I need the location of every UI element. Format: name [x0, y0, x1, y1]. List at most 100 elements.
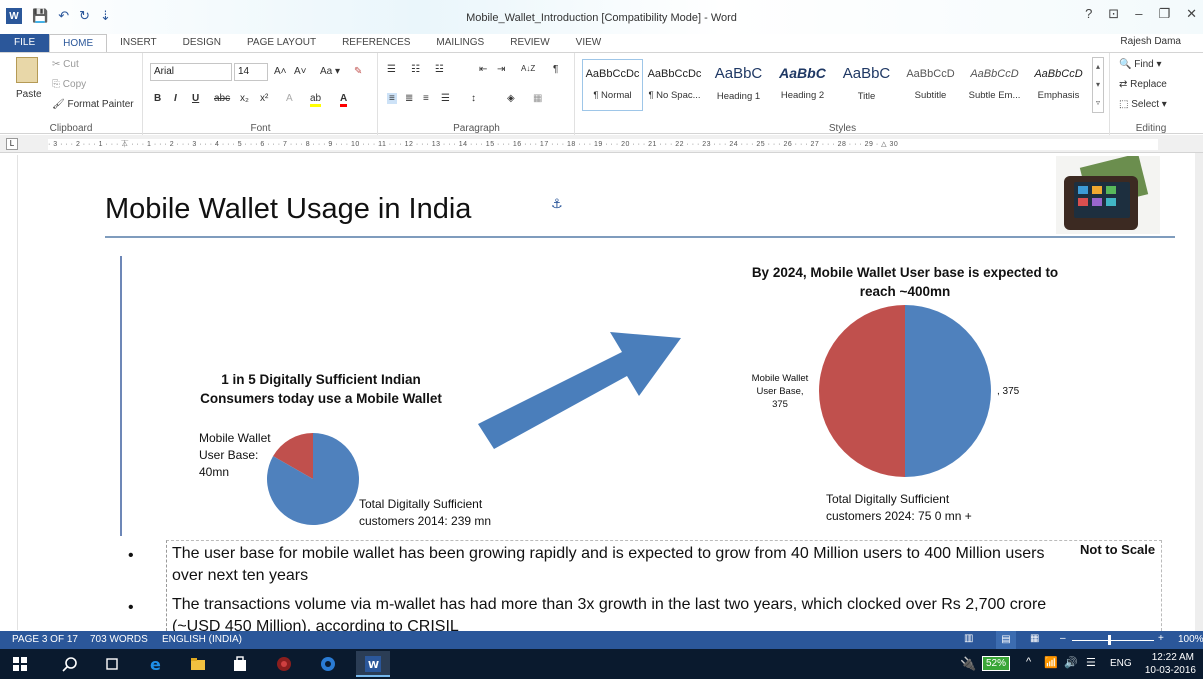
style-heading-1[interactable]: AaBbC Heading 1	[708, 59, 769, 111]
style-subtitle[interactable]: AaBbCcD Subtitle	[900, 59, 961, 111]
language[interactable]: ENGLISH (INDIA)	[162, 634, 242, 645]
sort-icon[interactable]: A↓Z	[521, 64, 535, 73]
paste-icon[interactable]	[16, 57, 38, 83]
font-size-box[interactable]: 14	[234, 63, 268, 81]
restore-button[interactable]: ❐	[1158, 6, 1170, 22]
subscript-icon[interactable]: x₂	[240, 93, 249, 104]
taskbar-word-button[interactable]: W	[356, 651, 390, 677]
ribbon-display-icon[interactable]: ⊡	[1108, 6, 1119, 22]
notification-icon[interactable]: ☰	[1086, 656, 1096, 669]
print-layout-icon[interactable]: ▤	[996, 631, 1016, 649]
borders-icon[interactable]: ▦	[533, 93, 542, 104]
style-no-spacing[interactable]: AaBbCcDc ¶ No Spac...	[644, 59, 705, 111]
strikethrough-icon[interactable]: abc	[214, 93, 230, 104]
underline-icon[interactable]: U	[192, 93, 199, 104]
zoom-out-button[interactable]: –	[1060, 633, 1066, 644]
network-icon[interactable]: 📶	[1044, 656, 1058, 669]
cut-button[interactable]: ✂ Cut	[52, 59, 79, 70]
tab-review[interactable]: REVIEW	[497, 34, 562, 52]
zoom-slider-thumb[interactable]	[1108, 635, 1111, 645]
center-icon[interactable]: ≣	[405, 93, 413, 104]
paste-button[interactable]: Paste	[16, 89, 42, 100]
increase-indent-icon[interactable]: ⇥	[497, 64, 505, 75]
text-effects-icon[interactable]: A	[286, 93, 293, 104]
store-icon[interactable]	[232, 656, 248, 672]
style-subtle-emphasis[interactable]: AaBbCcD Subtle Em...	[964, 59, 1025, 111]
sync-app-icon[interactable]	[320, 656, 336, 672]
superscript-icon[interactable]: x²	[260, 93, 268, 104]
pie-slice-remainder	[905, 305, 991, 477]
word-taskbar-icon: W	[365, 656, 381, 672]
format-painter-button[interactable]: 🖌 Format Painter	[52, 99, 134, 110]
chart1-pie-slices	[267, 433, 359, 525]
style-title[interactable]: AaBbC Title	[836, 59, 897, 111]
highlight-icon[interactable]: ab	[310, 93, 322, 107]
clock-time[interactable]: 12:22 AM	[1148, 652, 1194, 663]
styles-group: AaBbCcDc ¶ Normal AaBbCcDc ¶ No Spac... …	[576, 53, 1110, 135]
show-formatting-icon[interactable]: ¶	[553, 64, 558, 75]
horizontal-ruler[interactable]: · 3 · · · 2 · · · 1 · · · ⏄ · · · 1 · · …	[48, 139, 1158, 150]
battery-indicator[interactable]: 52%	[982, 656, 1011, 671]
clock-date[interactable]: 10-03-2016	[1140, 665, 1196, 676]
style-heading-2[interactable]: AaBbC Heading 2	[772, 59, 833, 111]
shrink-font-icon[interactable]: A˅	[294, 66, 307, 77]
multilevel-list-icon[interactable]: ☳	[435, 64, 444, 75]
vertical-scrollbar[interactable]	[1195, 153, 1203, 631]
align-right-icon[interactable]: ≡	[423, 93, 429, 104]
search-icon[interactable]	[62, 656, 78, 672]
help-icon[interactable]: ?	[1085, 6, 1092, 22]
decrease-indent-icon[interactable]: ⇤	[479, 64, 487, 75]
select-button[interactable]: ⬚ Select ▾	[1119, 99, 1167, 110]
media-app-icon[interactable]	[276, 656, 292, 672]
minimize-button[interactable]: –	[1135, 6, 1142, 22]
tab-view[interactable]: VIEW	[563, 34, 615, 52]
status-bar: PAGE 3 OF 17 703 WORDS ENGLISH (INDIA) ▥…	[0, 631, 1203, 649]
cut-label: Cut	[63, 59, 79, 70]
task-view-icon[interactable]	[104, 656, 120, 672]
tab-home[interactable]: HOME	[49, 34, 108, 52]
windows-start-icon[interactable]	[12, 656, 28, 672]
close-button[interactable]: ✕	[1186, 6, 1197, 22]
tab-references[interactable]: REFERENCES	[329, 34, 423, 52]
italic-icon[interactable]: I	[174, 93, 177, 104]
numbering-icon[interactable]: ☷	[411, 64, 420, 75]
clear-formatting-icon[interactable]: ✎	[354, 66, 362, 77]
plug-icon[interactable]: 🔌	[960, 656, 976, 672]
replace-button[interactable]: ⇄ Replace	[1119, 79, 1167, 90]
tab-insert[interactable]: INSERT	[107, 34, 170, 52]
tab-design[interactable]: DESIGN	[170, 34, 234, 52]
find-button[interactable]: 🔍 Find ▾	[1119, 59, 1162, 70]
zoom-in-button[interactable]: +	[1158, 633, 1164, 644]
edge-icon[interactable]: e	[148, 656, 164, 672]
font-color-icon[interactable]: A	[340, 93, 348, 107]
zoom-slider[interactable]	[1072, 640, 1154, 641]
copy-button[interactable]: ⎘ Copy	[52, 79, 86, 90]
zoom-level[interactable]: 100%	[1178, 634, 1203, 645]
page-count[interactable]: PAGE 3 OF 17	[12, 634, 78, 645]
keyboard-language[interactable]: ENG	[1110, 658, 1132, 669]
style-normal[interactable]: AaBbCcDc ¶ Normal	[582, 59, 643, 111]
style-emphasis[interactable]: AaBbCcD Emphasis	[1028, 59, 1089, 111]
font-name-box[interactable]: Arial	[150, 63, 232, 81]
tab-page-layout[interactable]: PAGE LAYOUT	[234, 34, 329, 52]
tab-selector[interactable]: L	[6, 138, 18, 150]
volume-icon[interactable]: 🔊	[1064, 656, 1078, 669]
user-account[interactable]: Rajesh Dama	[1120, 36, 1181, 47]
line-spacing-icon[interactable]: ↕	[471, 93, 476, 104]
web-layout-icon[interactable]: ▦	[1030, 633, 1039, 644]
bullets-icon[interactable]: ☰	[387, 64, 396, 75]
styles-scroll[interactable]: ▴ ▾ ▿	[1092, 57, 1104, 113]
bold-icon[interactable]: B	[154, 93, 161, 104]
grow-font-icon[interactable]: A˄	[274, 66, 287, 77]
tab-file[interactable]: FILE	[0, 34, 50, 52]
justify-icon[interactable]: ☰	[441, 93, 450, 104]
shading-icon[interactable]: ◈	[507, 93, 515, 104]
tab-mailings[interactable]: MAILINGS	[423, 34, 497, 52]
word-count[interactable]: 703 WORDS	[90, 634, 148, 645]
read-mode-icon[interactable]: ▥	[964, 633, 973, 644]
chevron-up-icon[interactable]: ^	[1026, 656, 1031, 668]
change-case-icon[interactable]: Aa ▾	[320, 66, 340, 77]
file-explorer-icon[interactable]	[190, 656, 206, 672]
vertical-ruler	[8, 155, 18, 630]
align-left-icon[interactable]: ≡	[387, 93, 397, 104]
